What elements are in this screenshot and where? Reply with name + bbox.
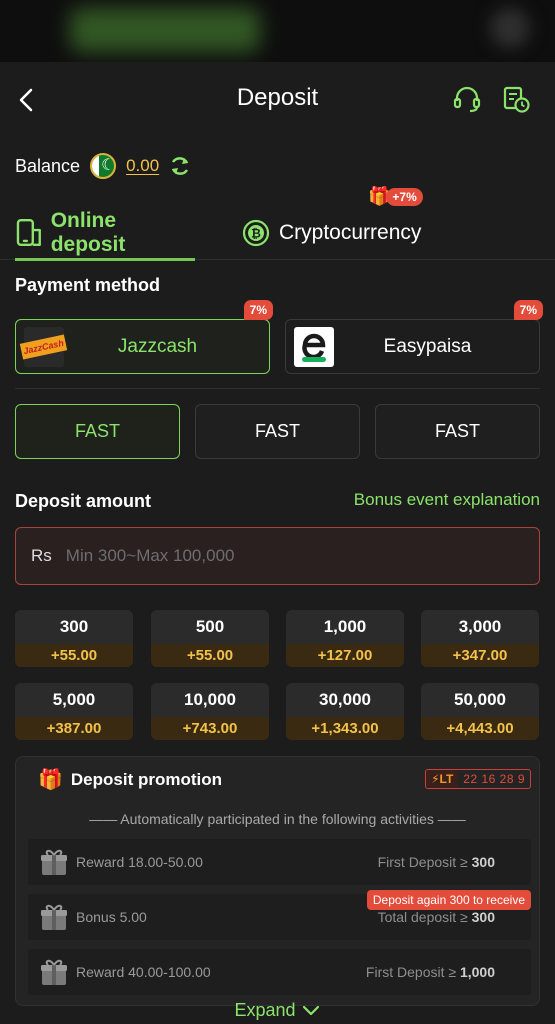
amount-option[interactable]: 50,000 +4,443.00 bbox=[421, 683, 539, 740]
tab-online-deposit[interactable]: Online deposit bbox=[15, 205, 195, 261]
promotion-condition: First Deposit ≥ 300 bbox=[378, 854, 495, 870]
promotion-row: Reward 40.00-100.00 First Deposit ≥ 1,00… bbox=[28, 949, 531, 995]
amount-bonus: +743.00 bbox=[151, 717, 269, 740]
deposit-again-tip: Deposit again 300 to receive bbox=[366, 890, 531, 910]
promotion-label: Bonus 5.00 bbox=[76, 909, 147, 925]
channel-fast-1[interactable]: FAST bbox=[15, 404, 180, 459]
expand-button[interactable]: Expand bbox=[0, 1000, 555, 1021]
balance-label: Balance bbox=[15, 155, 81, 176]
amount-bonus: +1,343.00 bbox=[286, 717, 404, 740]
amount-option[interactable]: 5,000 +387.00 bbox=[15, 683, 133, 740]
promotion-label: Reward 18.00-50.00 bbox=[76, 854, 203, 870]
promotion-title: Deposit promotion bbox=[70, 769, 223, 789]
promotion-condition: First Deposit ≥ 1,000 bbox=[366, 964, 495, 980]
amount-option[interactable]: 500 +55.00 bbox=[151, 610, 269, 667]
gift-box-icon bbox=[41, 904, 67, 930]
channel-fast-2[interactable]: FAST bbox=[195, 404, 360, 459]
promotion-label: Reward 40.00-100.00 bbox=[76, 964, 211, 980]
deposit-tabs: Online deposit ₿ Cryptocurrency bbox=[0, 205, 555, 261]
amount-value: 5,000 bbox=[52, 690, 96, 709]
amount-value: 30,000 bbox=[319, 690, 371, 709]
easypaisa-bonus-badge: 7% bbox=[513, 300, 543, 320]
gift-icon: 🎁 bbox=[38, 769, 63, 791]
pakistan-flag-icon bbox=[90, 153, 117, 179]
easypaisa-logo bbox=[294, 327, 334, 367]
condition-text: Total deposit ≥ bbox=[377, 909, 472, 925]
promotion-row: Reward 18.00-50.00 First Deposit ≥ 300 bbox=[28, 839, 531, 885]
amount-value: 300 bbox=[59, 617, 89, 636]
bitcoin-icon: ₿ bbox=[242, 219, 270, 246]
jazzcash-logo: JazzCash bbox=[20, 327, 68, 367]
countdown-text: 22 16 28 9 bbox=[463, 772, 525, 786]
deposit-amount-title: Deposit amount bbox=[15, 491, 152, 511]
tab-cryptocurrency-label: Cryptocurrency bbox=[279, 220, 422, 244]
gift-box-icon bbox=[41, 849, 67, 875]
timer-tag-label: LT bbox=[439, 772, 454, 786]
amount-value: 1,000 bbox=[323, 617, 367, 636]
condition-value: 1,000 bbox=[459, 964, 495, 980]
amount-value: 500 bbox=[195, 617, 225, 636]
amount-bonus: +387.00 bbox=[15, 717, 133, 740]
blurred-status-content bbox=[70, 8, 260, 52]
promotion-subtitle: —— Automatically participated in the fol… bbox=[89, 811, 466, 827]
amount-bonus: +347.00 bbox=[421, 644, 539, 667]
bonus-event-explanation-link[interactable]: Bonus event explanation bbox=[354, 490, 540, 510]
amount-option[interactable]: 3,000 +347.00 bbox=[421, 610, 539, 667]
amount-field[interactable]: Rs bbox=[15, 527, 540, 585]
chevron-down-icon bbox=[302, 1006, 319, 1016]
amount-bonus: +55.00 bbox=[151, 644, 269, 667]
amount-value: 10,000 bbox=[184, 690, 236, 709]
easypaisa-icon bbox=[302, 333, 326, 362]
tab-online-deposit-label: Online deposit bbox=[50, 208, 126, 256]
jazzcash-logo-text: JazzCash bbox=[20, 334, 68, 360]
payment-method-easypaisa[interactable]: Easypaisa 7% bbox=[285, 300, 543, 374]
amount-bonus: +127.00 bbox=[286, 644, 404, 667]
amount-option[interactable]: 10,000 +743.00 bbox=[151, 683, 269, 740]
expand-label: Expand bbox=[234, 1000, 296, 1020]
tab-cryptocurrency[interactable]: ₿ Cryptocurrency bbox=[241, 205, 421, 260]
amount-input[interactable] bbox=[65, 546, 539, 566]
jazzcash-bonus-badge: 7% bbox=[243, 300, 273, 320]
customer-service-icon[interactable] bbox=[452, 84, 482, 114]
amount-value: 50,000 bbox=[454, 690, 506, 709]
lightning-timer-tag: ⚡LT bbox=[426, 770, 459, 788]
currency-label: Rs bbox=[31, 546, 52, 565]
promotion-header: 🎁 Deposit promotion bbox=[38, 767, 222, 792]
promotion-timer: ⚡LT 22 16 28 9 bbox=[425, 769, 531, 789]
header: Deposit bbox=[0, 62, 555, 138]
blurred-status-icon bbox=[490, 8, 530, 48]
refresh-icon[interactable] bbox=[169, 155, 191, 177]
phone-icon bbox=[16, 218, 41, 246]
deposit-history-icon[interactable] bbox=[501, 84, 531, 114]
payment-method-title: Payment method bbox=[15, 275, 161, 295]
condition-text: First Deposit ≥ bbox=[377, 854, 472, 870]
amount-option[interactable]: 30,000 +1,343.00 bbox=[286, 683, 404, 740]
amount-bonus: +55.00 bbox=[15, 644, 133, 667]
deposit-promotion-panel: 🎁 Deposit promotion ⚡LT 22 16 28 9 —— Au… bbox=[15, 756, 540, 1006]
balance-value: 0.00 bbox=[126, 156, 160, 175]
condition-text: First Deposit ≥ bbox=[365, 964, 460, 980]
balance-row: Balance 0.00 bbox=[15, 150, 191, 182]
divider bbox=[15, 388, 540, 389]
gift-box-icon bbox=[41, 959, 67, 985]
crypto-bonus-tag: 🎁 +7% bbox=[368, 186, 423, 207]
payment-method-jazzcash[interactable]: JazzCash Jazzcash 7% bbox=[15, 300, 273, 374]
channel-fast-3[interactable]: FAST bbox=[375, 404, 540, 459]
amount-option[interactable]: 1,000 +127.00 bbox=[286, 610, 404, 667]
svg-text:₿: ₿ bbox=[251, 226, 261, 240]
amount-value: 3,000 bbox=[458, 617, 502, 636]
crypto-bonus-percent: +7% bbox=[386, 187, 423, 206]
amount-option[interactable]: 300 +55.00 bbox=[15, 610, 133, 667]
amount-bonus: +4,443.00 bbox=[421, 717, 539, 740]
condition-value: 300 bbox=[471, 854, 495, 870]
promotion-condition: Total deposit ≥ 300 bbox=[378, 909, 495, 925]
condition-value: 300 bbox=[471, 909, 495, 925]
status-bar bbox=[0, 0, 555, 62]
